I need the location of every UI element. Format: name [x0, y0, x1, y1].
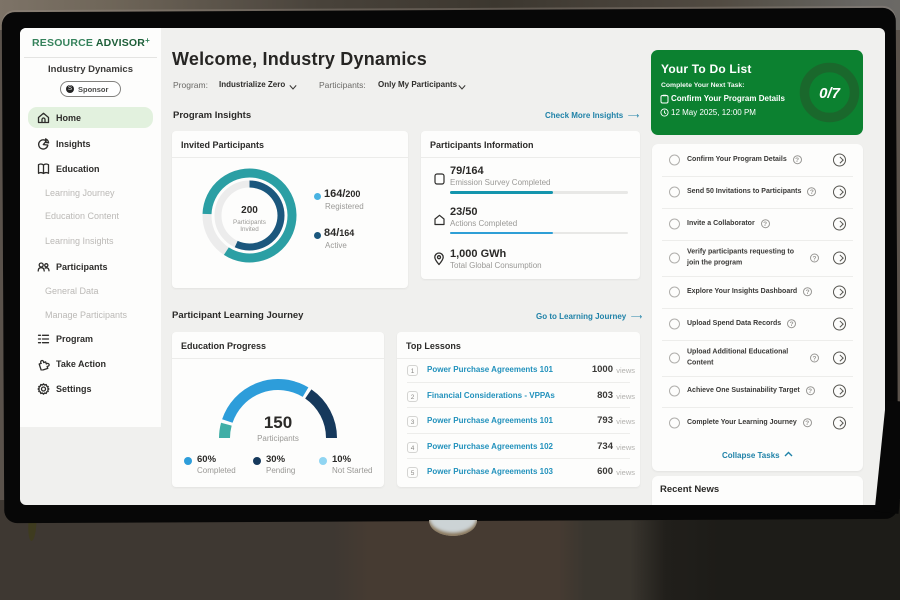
svg-text:0/7: 0/7	[819, 85, 841, 102]
svg-text:200: 200	[241, 205, 258, 216]
svg-text:Invited: Invited	[240, 226, 259, 233]
svg-text:Participants: Participants	[233, 219, 266, 226]
